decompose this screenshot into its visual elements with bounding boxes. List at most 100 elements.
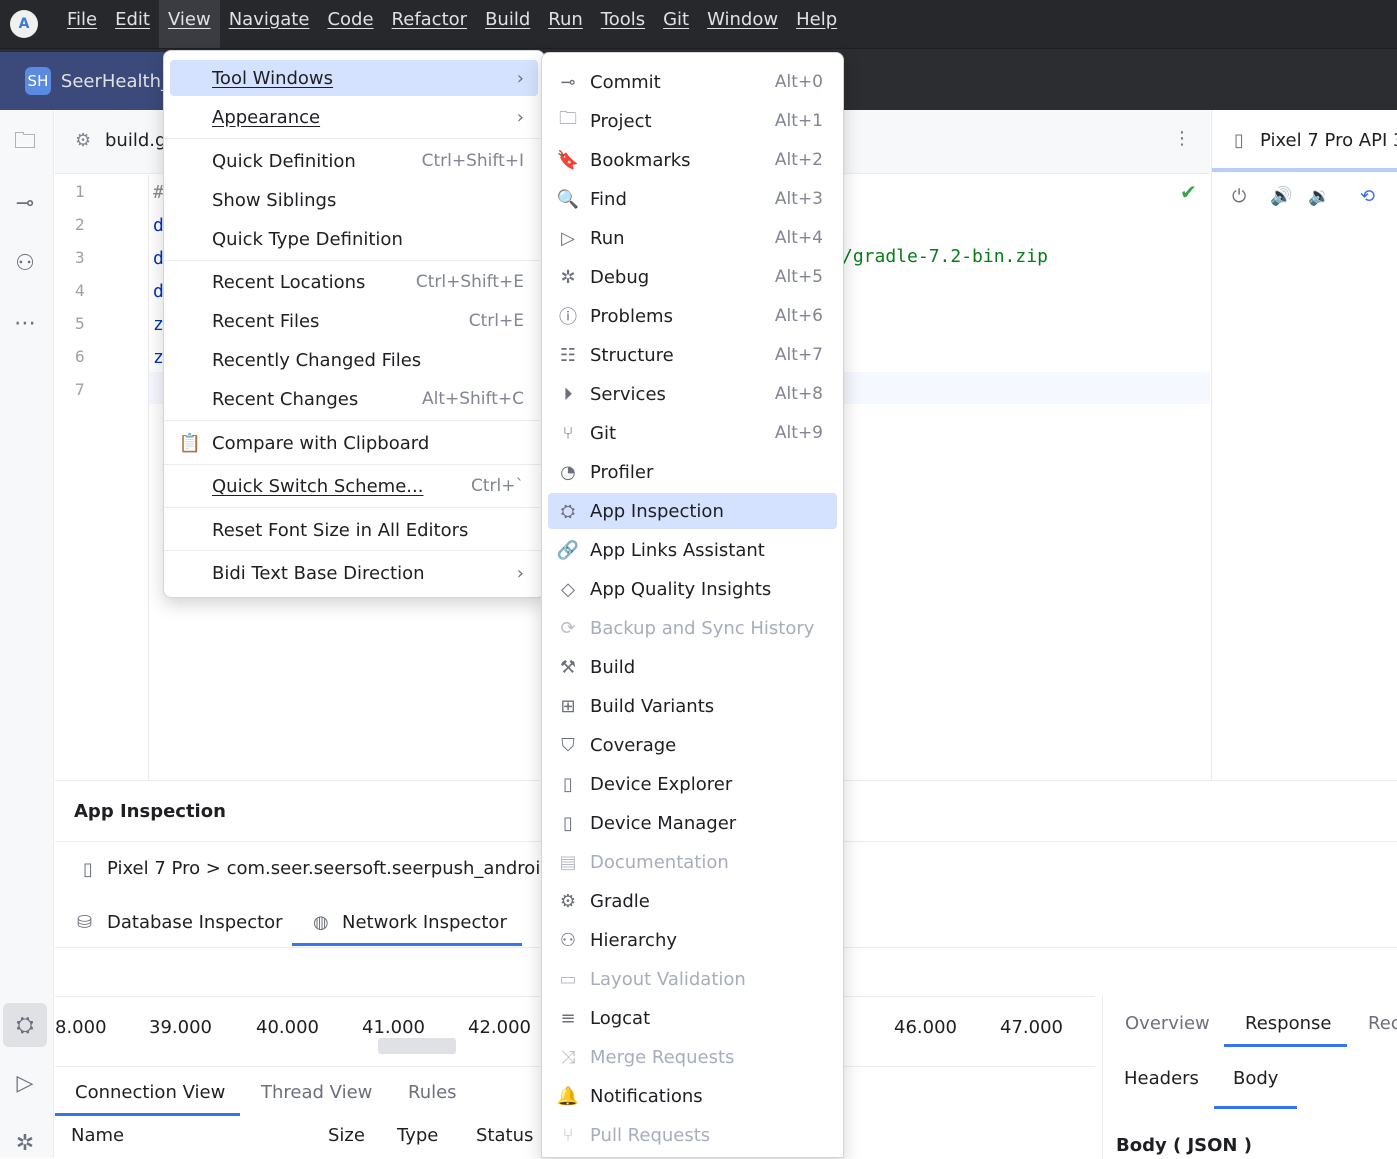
- menu-item-label: Quick Switch Scheme...: [212, 475, 424, 497]
- tool-window-structure[interactable]: ☷ Structure Alt+7: [548, 337, 837, 373]
- menu-tools[interactable]: Tools: [592, 0, 654, 48]
- tool-windows-submenu: ⊸ Commit Alt+0 🗀 Project Alt+1 🔖 Bookmarks Alt…: [541, 52, 844, 1158]
- menu-edit[interactable]: Edit: [106, 0, 159, 48]
- menu-item-recent-changes[interactable]: Recent Changes Alt+Shift+C: [170, 381, 538, 417]
- bug-icon[interactable]: ✲: [10, 1128, 40, 1158]
- tool-window-find[interactable]: 🔍 Find Alt+3: [548, 181, 837, 217]
- tool-window-project[interactable]: 🗀 Project Alt+1: [548, 103, 837, 139]
- process-selector[interactable]: Pixel 7 Pro > com.seer.seersoft.seerpush…: [107, 858, 552, 879]
- tool-window-documentation[interactable]: ▤ Documentation: [548, 844, 837, 880]
- tool-window-hierarchy[interactable]: ⚇ Hierarchy: [548, 922, 837, 958]
- tool-window-layout-validation[interactable]: ▭ Layout Validation: [548, 961, 837, 997]
- column-status[interactable]: Status: [476, 1125, 533, 1146]
- column-name[interactable]: Name: [71, 1125, 124, 1146]
- tool-window-build[interactable]: ⚒ Build: [548, 649, 837, 685]
- tool-window-debug[interactable]: ✲ Debug Alt+5: [548, 259, 837, 295]
- run-icon[interactable]: ▷: [10, 1068, 40, 1098]
- structure-icon: ☷: [559, 344, 577, 366]
- device-icon: ▯: [563, 773, 573, 795]
- menu-item-recent-locations[interactable]: Recent Locations Ctrl+Shift+E: [170, 264, 538, 300]
- menu-navigate[interactable]: Navigate: [220, 0, 319, 48]
- tab-database-inspector[interactable]: Database Inspector: [107, 912, 283, 933]
- tool-window-app-inspection[interactable]: ⛭ App Inspection: [548, 493, 837, 529]
- tool-window-device-explorer[interactable]: ▯ Device Explorer: [548, 766, 837, 802]
- menu-help[interactable]: Help: [787, 0, 846, 48]
- tool-window-coverage[interactable]: ⛉ Coverage: [548, 727, 837, 763]
- tab-network-inspector[interactable]: Network Inspector: [342, 912, 507, 933]
- tool-window-build-variants[interactable]: ⊞ Build Variants: [548, 688, 837, 724]
- more-icon[interactable]: ⋯: [10, 308, 40, 338]
- volume-up-icon[interactable]: 🔊: [1270, 186, 1292, 207]
- menu-item-label: Problems: [590, 305, 673, 327]
- tool-window-run[interactable]: ▷ Run Alt+4: [548, 220, 837, 256]
- menu-git[interactable]: Git: [654, 0, 698, 48]
- volume-down-icon[interactable]: 🔉: [1308, 186, 1330, 207]
- menu-item-label: Recent Locations: [212, 271, 366, 293]
- tool-window-notifications[interactable]: 🔔 Notifications: [548, 1078, 837, 1114]
- tool-window-profiler[interactable]: ◔ Profiler: [548, 454, 837, 490]
- app-inspection-icon[interactable]: ⛭: [3, 1003, 47, 1047]
- tool-window-bookmarks[interactable]: 🔖 Bookmarks Alt+2: [548, 142, 837, 178]
- menu-window[interactable]: Window: [698, 0, 787, 48]
- menu-item-tool-windows[interactable]: Tool Windows ›: [170, 60, 538, 96]
- more-options-icon[interactable]: ⋮: [1173, 128, 1191, 149]
- editor-tab-build-gradle[interactable]: build.g: [105, 130, 166, 151]
- power-icon[interactable]: ⏻: [1232, 186, 1246, 207]
- menu-item-compare-with-clipboard[interactable]: 📋 Compare with Clipboard: [170, 425, 538, 461]
- tool-window-gradle[interactable]: ⚙ Gradle: [548, 883, 837, 919]
- app-inspection-title: App Inspection: [74, 801, 226, 822]
- menu-item-quick-type-definition[interactable]: Quick Type Definition: [170, 221, 538, 257]
- tool-window-app-links-assistant[interactable]: 🔗 App Links Assistant: [548, 532, 837, 568]
- menu-item-bidi-text-direction[interactable]: Bidi Text Base Direction ›: [170, 555, 538, 591]
- menu-build[interactable]: Build: [476, 0, 539, 48]
- resource-manager-icon[interactable]: ⚇: [10, 248, 40, 278]
- menu-view[interactable]: View: [158, 0, 220, 48]
- column-type[interactable]: Type: [397, 1125, 438, 1146]
- tab-request[interactable]: Rec: [1368, 1013, 1397, 1034]
- project-selector[interactable]: SH SeerHealth_: [0, 52, 170, 110]
- menu-run[interactable]: Run: [539, 0, 592, 48]
- layout-icon: ▭: [559, 968, 577, 990]
- menu-item-label: Recently Changed Files: [212, 349, 422, 371]
- tool-window-device-manager[interactable]: ▯ Device Manager: [548, 805, 837, 841]
- column-size[interactable]: Size: [328, 1125, 365, 1146]
- tab-response[interactable]: Response: [1245, 1013, 1331, 1034]
- timeline-scrollbar[interactable]: [378, 1038, 456, 1054]
- tool-window-git[interactable]: ⑂ Git Alt+9: [548, 415, 837, 451]
- menu-item-appearance[interactable]: Appearance ›: [170, 99, 538, 135]
- tool-window-merge-requests[interactable]: ⤨ Merge Requests: [548, 1039, 837, 1075]
- menu-refactor[interactable]: Refactor: [383, 0, 477, 48]
- menu-item-reset-font-size[interactable]: Reset Font Size in All Editors: [170, 512, 538, 548]
- device-tab[interactable]: Pixel 7 Pro API 3: [1260, 130, 1397, 151]
- menu-item-quick-switch-scheme[interactable]: Quick Switch Scheme... Ctrl+`: [170, 468, 538, 504]
- menu-item-label: Run: [590, 227, 625, 249]
- timeline-tick: 40.000: [256, 1017, 319, 1038]
- tool-window-commit[interactable]: ⊸ Commit Alt+0: [548, 64, 837, 100]
- tool-window-problems[interactable]: ⓘ Problems Alt+6: [548, 298, 837, 334]
- tool-window-app-quality-insights[interactable]: ◇ App Quality Insights: [548, 571, 837, 607]
- tab-thread-view[interactable]: Thread View: [261, 1082, 372, 1103]
- menu-code[interactable]: Code: [318, 0, 382, 48]
- tool-window-logcat[interactable]: ≡ Logcat: [548, 1000, 837, 1036]
- tab-body[interactable]: Body: [1233, 1068, 1278, 1089]
- chevron-right-icon: ›: [516, 67, 524, 89]
- project-badge: SH: [25, 67, 51, 95]
- commit-icon[interactable]: ⊸: [10, 188, 40, 218]
- tool-window-pull-requests[interactable]: ⑂ Pull Requests: [548, 1117, 837, 1153]
- menu-item-show-siblings[interactable]: Show Siblings: [170, 182, 538, 218]
- tab-connection-view[interactable]: Connection View: [75, 1082, 225, 1103]
- tool-window-backup-sync-history[interactable]: ⟳ Backup and Sync History: [548, 610, 837, 646]
- folder-icon[interactable]: 🗀: [10, 128, 40, 158]
- tab-rules[interactable]: Rules: [408, 1082, 457, 1103]
- tab-headers[interactable]: Headers: [1124, 1068, 1199, 1089]
- menu-item-recently-changed-files[interactable]: Recently Changed Files: [170, 342, 538, 378]
- menu-item-label: Show Siblings: [212, 189, 337, 211]
- menu-item-quick-definition[interactable]: Quick Definition Ctrl+Shift+I: [170, 143, 538, 179]
- menu-file[interactable]: File: [58, 0, 106, 48]
- menu-item-label: App Links Assistant: [590, 539, 765, 561]
- menu-item-label: Device Manager: [590, 812, 737, 834]
- rotate-icon[interactable]: ⟲: [1360, 186, 1375, 207]
- menu-item-recent-files[interactable]: Recent Files Ctrl+E: [170, 303, 538, 339]
- tab-overview[interactable]: Overview: [1125, 1013, 1210, 1034]
- tool-window-services[interactable]: ⏵ Services Alt+8: [548, 376, 837, 412]
